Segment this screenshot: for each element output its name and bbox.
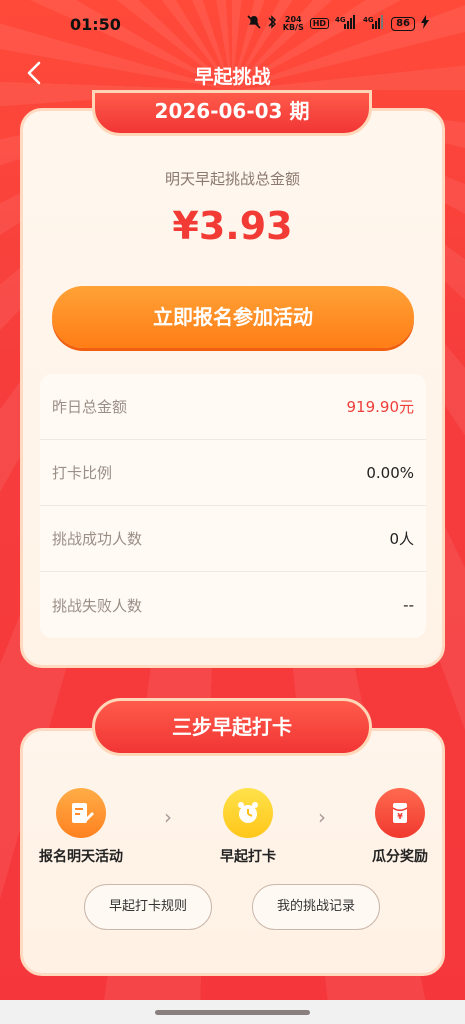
red-envelope-icon: ¥ (375, 788, 425, 838)
home-indicator[interactable] (155, 1010, 310, 1015)
stat-value: -- (403, 596, 414, 614)
stat-label: 昨日总金额 (52, 398, 128, 416)
step-label: 瓜分奖励 (372, 849, 428, 865)
svg-text:4G: 4G (335, 16, 346, 24)
stat-row-success-count: 挑战成功人数 0人 (40, 506, 426, 572)
status-time: 01:50 (70, 15, 121, 34)
stat-row-checkin-ratio: 打卡比例 0.00% (40, 440, 426, 506)
signal-icon-1: 4G (335, 15, 357, 32)
rules-button[interactable]: 早起打卡规则 (84, 884, 212, 930)
signal-icon-2: 4G (363, 15, 385, 32)
stat-label: 挑战成功人数 (52, 530, 143, 548)
stats-list: 昨日总金额 919.90元 打卡比例 0.00% 挑战成功人数 0人 挑战失败人… (40, 374, 426, 638)
stat-label: 挑战失败人数 (52, 596, 143, 615)
prize-amount: ¥3.93 (172, 204, 293, 248)
period-banner: 2026-06-03 期 (92, 90, 372, 136)
stat-row-fail-count: 挑战失败人数 -- (40, 572, 426, 638)
hd-icon: HD (309, 18, 330, 29)
step-share-reward[interactable]: ¥ 瓜分奖励 (345, 788, 455, 866)
svg-text:4G: 4G (363, 16, 374, 24)
records-button[interactable]: 我的挑战记录 (252, 884, 380, 930)
status-bar: 01:50 204 KB/S HD 4G 4G 86 (0, 0, 465, 50)
stat-row-yesterday-total: 昨日总金额 919.90元 (40, 374, 426, 440)
battery-indicator: 86 (391, 16, 415, 31)
status-icons: 204 KB/S HD 4G 4G 86 (247, 15, 429, 32)
chevron-right-icon: › (318, 805, 326, 829)
step-label: 报名明天活动 (39, 849, 123, 865)
steps-banner: 三步早起打卡 (92, 698, 372, 756)
prize-label: 明天早起挑战总金额 (164, 170, 300, 188)
step-label: 早起打卡 (220, 849, 276, 865)
chevron-right-icon: › (164, 805, 172, 829)
bluetooth-icon (267, 15, 277, 32)
stat-value: 919.90元 (346, 398, 415, 416)
join-activity-button[interactable]: 立即报名参加活动 (52, 286, 414, 348)
net-speed: 204 KB/S (282, 14, 304, 32)
stat-value: 0.00% (366, 463, 414, 482)
step-wake-checkin[interactable]: 早起打卡 (193, 788, 303, 866)
alarm-clock-icon (223, 788, 273, 838)
mute-icon (247, 15, 261, 32)
stat-value: 0人 (389, 530, 414, 548)
sign-up-icon (56, 788, 106, 838)
stat-label: 打卡比例 (52, 464, 113, 482)
charging-icon (421, 15, 429, 32)
svg-text:¥: ¥ (397, 812, 403, 821)
page-title: 早起挑战 (194, 66, 271, 88)
step-sign-up[interactable]: 报名明天活动 (26, 788, 136, 866)
